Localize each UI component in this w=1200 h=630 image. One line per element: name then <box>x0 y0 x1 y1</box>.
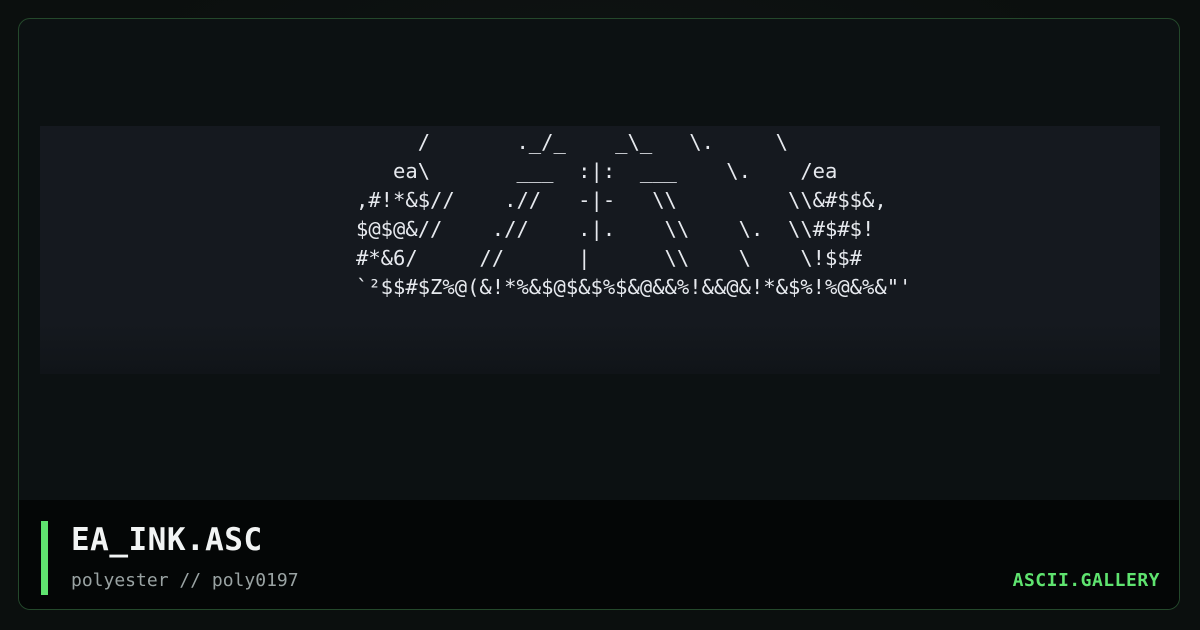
ascii-art-line: $@$@&// .// .|. \\ \. \\#$#$! <box>356 217 875 241</box>
ascii-art-line: ea\ ___ :|: ___ \. /ea <box>356 159 838 183</box>
page: / ._/_ _\_ \. \ ea\ ___ :|: ___ \. /ea ,… <box>0 0 1200 630</box>
artwork-card: / ._/_ _\_ \. \ ea\ ___ :|: ___ \. /ea ,… <box>18 18 1180 610</box>
ascii-art-line: `²$$#$Z%@(&!*%&$@$&$%$&@&&%!&&@&!*&$%!%@… <box>356 275 912 299</box>
artwork-author: polyester // poly0197 <box>71 570 299 591</box>
artwork-title: EA_INK.ASC <box>71 522 263 558</box>
accent-bar <box>41 521 48 595</box>
ascii-art-line: ,#!*&$// .// -|- \\ \\&#$$&, <box>356 188 887 212</box>
ascii-art-line: / ._/_ _\_ \. \ <box>356 130 788 154</box>
ascii-art-line: #*&6/ // | \\ \ \!$$# <box>356 246 863 270</box>
ascii-art-panel: / ._/_ _\_ \. \ ea\ ___ :|: ___ \. /ea ,… <box>40 126 1160 374</box>
ascii-art: / ._/_ _\_ \. \ ea\ ___ :|: ___ \. /ea ,… <box>356 128 911 302</box>
card-footer: EA_INK.ASC polyester // poly0197 ASCII.G… <box>19 500 1179 609</box>
site-brand: ASCII.GALLERY <box>1012 570 1160 591</box>
